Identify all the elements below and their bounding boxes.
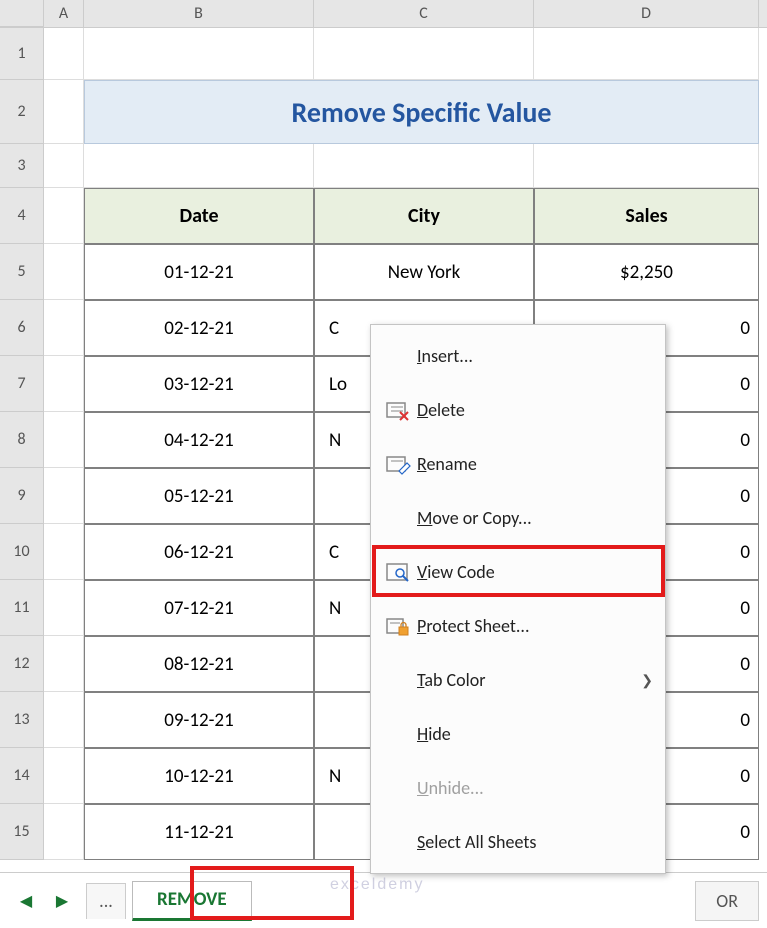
cell-B3[interactable] bbox=[84, 144, 314, 188]
cell-B1[interactable] bbox=[84, 28, 314, 80]
row-header-12[interactable]: 12 bbox=[0, 636, 44, 692]
tab-overflow-button[interactable]: ... bbox=[86, 883, 126, 919]
cell-D4[interactable]: Sales bbox=[534, 188, 759, 244]
cell-B11[interactable]: 07-12-21 bbox=[84, 580, 314, 636]
sheet-context-menu: Insert... Delete Rename Move or Copy... … bbox=[370, 324, 666, 874]
menu-tab-color[interactable]: Tab Color ❯ bbox=[371, 653, 665, 707]
cell-B15[interactable]: 11-12-21 bbox=[84, 804, 314, 860]
cell-B12[interactable]: 08-12-21 bbox=[84, 636, 314, 692]
row-header-13[interactable]: 13 bbox=[0, 692, 44, 748]
cell-A14[interactable] bbox=[44, 748, 84, 804]
cell-B7[interactable]: 03-12-21 bbox=[84, 356, 314, 412]
select-all-corner[interactable] bbox=[0, 0, 44, 27]
row-headers: 123456789101112131415 bbox=[0, 28, 44, 860]
col-header-C[interactable]: C bbox=[314, 0, 534, 27]
cell-C3[interactable] bbox=[314, 144, 534, 188]
row-header-7[interactable]: 7 bbox=[0, 356, 44, 412]
menu-move-copy[interactable]: Move or Copy... bbox=[371, 491, 665, 545]
column-headers: ABCD bbox=[0, 0, 767, 28]
cell-A6[interactable] bbox=[44, 300, 84, 356]
menu-rename[interactable]: Rename bbox=[371, 437, 665, 491]
delete-icon bbox=[379, 399, 417, 421]
cell-B2[interactable]: Remove Specific Value bbox=[84, 80, 759, 144]
menu-hide[interactable]: Hide bbox=[371, 707, 665, 761]
row-header-5[interactable]: 5 bbox=[0, 244, 44, 300]
cell-A2[interactable] bbox=[44, 80, 84, 144]
sheet-tab-or[interactable]: OR bbox=[695, 881, 759, 921]
cell-A10[interactable] bbox=[44, 524, 84, 580]
cell-A9[interactable] bbox=[44, 468, 84, 524]
row-header-4[interactable]: 4 bbox=[0, 188, 44, 244]
row-header-10[interactable]: 10 bbox=[0, 524, 44, 580]
menu-protect-sheet[interactable]: Protect Sheet... bbox=[371, 599, 665, 653]
row-header-3[interactable]: 3 bbox=[0, 144, 44, 188]
row-header-11[interactable]: 11 bbox=[0, 580, 44, 636]
row-header-8[interactable]: 8 bbox=[0, 412, 44, 468]
chevron-right-icon: ❯ bbox=[641, 672, 653, 689]
cell-A15[interactable] bbox=[44, 804, 84, 860]
cell-B13[interactable]: 09-12-21 bbox=[84, 692, 314, 748]
cell-B9[interactable]: 05-12-21 bbox=[84, 468, 314, 524]
cell-B14[interactable]: 10-12-21 bbox=[84, 748, 314, 804]
menu-select-all-sheets[interactable]: Select All Sheets bbox=[371, 815, 665, 869]
sheet-tab-remove[interactable]: REMOVE bbox=[132, 881, 252, 921]
row-header-9[interactable]: 9 bbox=[0, 468, 44, 524]
cell-A5[interactable] bbox=[44, 244, 84, 300]
menu-unhide: Unhide... bbox=[371, 761, 665, 815]
tab-nav-next-icon[interactable]: ▶ bbox=[48, 887, 76, 915]
cell-B6[interactable]: 02-12-21 bbox=[84, 300, 314, 356]
tab-nav-first-icon[interactable]: ◀ bbox=[12, 887, 40, 915]
row-header-14[interactable]: 14 bbox=[0, 748, 44, 804]
row-header-1[interactable]: 1 bbox=[0, 28, 44, 80]
cell-A12[interactable] bbox=[44, 636, 84, 692]
cell-A7[interactable] bbox=[44, 356, 84, 412]
cell-C4[interactable]: City bbox=[314, 188, 534, 244]
row-header-6[interactable]: 6 bbox=[0, 300, 44, 356]
sheet-tab-bar: ◀ ▶ ... REMOVE OR bbox=[0, 872, 767, 928]
cell-A4[interactable] bbox=[44, 188, 84, 244]
cell-B5[interactable]: 01-12-21 bbox=[84, 244, 314, 300]
cell-C1[interactable] bbox=[314, 28, 534, 80]
row-header-2[interactable]: 2 bbox=[0, 80, 44, 144]
col-header-B[interactable]: B bbox=[84, 0, 314, 27]
row-header-15[interactable]: 15 bbox=[0, 804, 44, 860]
menu-view-code[interactable]: View Code bbox=[371, 545, 665, 599]
cell-D1[interactable] bbox=[534, 28, 759, 80]
cell-B10[interactable]: 06-12-21 bbox=[84, 524, 314, 580]
cell-A13[interactable] bbox=[44, 692, 84, 748]
col-header-A[interactable]: A bbox=[44, 0, 84, 27]
protect-icon bbox=[379, 615, 417, 637]
cell-D3[interactable] bbox=[534, 144, 759, 188]
cell-C5[interactable]: New York bbox=[314, 244, 534, 300]
menu-delete[interactable]: Delete bbox=[371, 383, 665, 437]
view-code-icon bbox=[379, 561, 417, 583]
cell-B4[interactable]: Date bbox=[84, 188, 314, 244]
cell-A3[interactable] bbox=[44, 144, 84, 188]
cell-A11[interactable] bbox=[44, 580, 84, 636]
menu-insert[interactable]: Insert... bbox=[371, 329, 665, 383]
col-header-D[interactable]: D bbox=[534, 0, 759, 27]
cell-A8[interactable] bbox=[44, 412, 84, 468]
cell-B8[interactable]: 04-12-21 bbox=[84, 412, 314, 468]
cell-D5[interactable]: $2,250 bbox=[534, 244, 759, 300]
rename-icon bbox=[379, 453, 417, 475]
cell-A1[interactable] bbox=[44, 28, 84, 80]
